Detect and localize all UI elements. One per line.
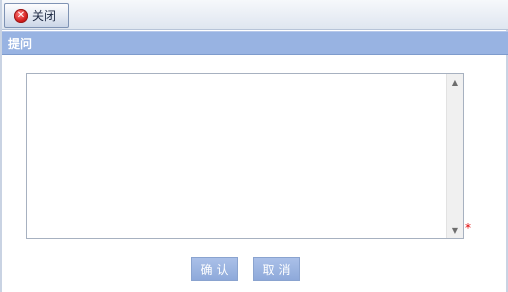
textarea-scrollbar[interactable]: ▲ ▼ [446, 74, 463, 238]
question-textarea-container: ▲ ▼ [26, 73, 464, 239]
cancel-button[interactable]: 取消 [253, 257, 300, 281]
dialog-title: 提问 [8, 37, 33, 51]
title-bar: 提问 [2, 31, 508, 55]
close-icon: ✕ [14, 8, 28, 23]
scroll-up-arrow-icon[interactable]: ▲ [447, 74, 463, 90]
close-button-label: 关闭 [32, 9, 57, 23]
confirm-button[interactable]: 确认 [191, 257, 238, 281]
close-button[interactable]: ✕ 关闭 [4, 3, 69, 28]
required-marker: * [465, 221, 471, 235]
dialog-window: ✕ 关闭 提问 ▲ ▼ * 确认 取消 [0, 0, 508, 292]
toolbar: ✕ 关闭 [2, 0, 508, 30]
scroll-down-arrow-icon[interactable]: ▼ [447, 222, 463, 238]
question-textarea[interactable] [27, 74, 447, 238]
